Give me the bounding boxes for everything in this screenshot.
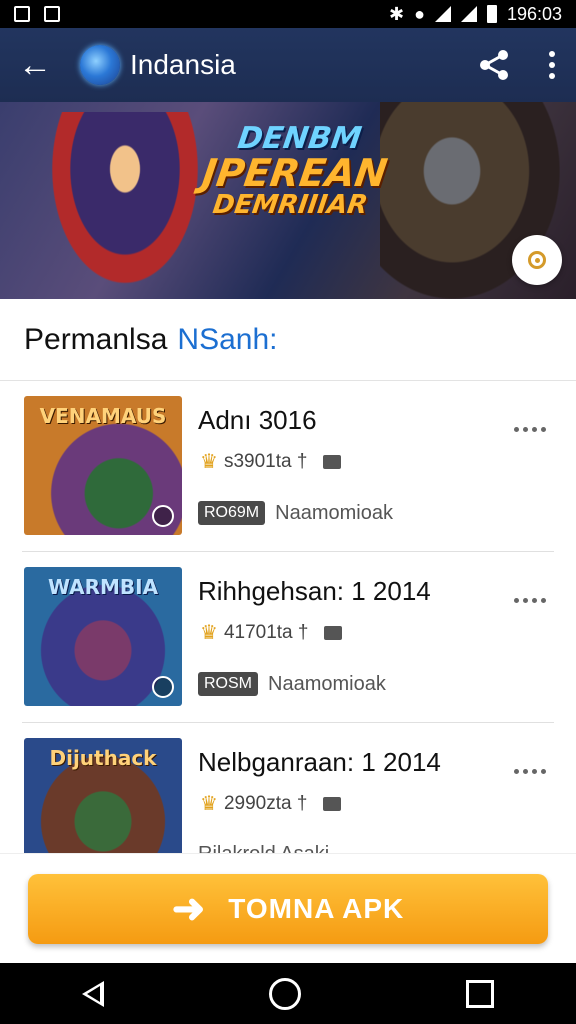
section-title-accent: NSanh: (177, 322, 278, 356)
nfc-icon: ✱ (388, 3, 405, 24)
app-list: VENAMAUS Adnı 3016 ♛ s3901ta † RO69M Naa… (0, 381, 576, 853)
package-icon (323, 796, 342, 811)
item-title: Adnı 3016 (198, 405, 317, 435)
item-more-icon[interactable] (514, 769, 546, 774)
alarm-icon: ● (414, 3, 425, 24)
item-thumbnail[interactable]: WARMBIA (24, 567, 182, 706)
package-icon (324, 625, 343, 640)
list-item[interactable]: VENAMAUS Adnı 3016 ♛ s3901ta † RO69M Naa… (22, 381, 554, 552)
app-logo (80, 45, 120, 85)
sd-card-icon (44, 6, 60, 22)
play-icon (152, 676, 174, 698)
item-more-icon[interactable] (514, 427, 546, 432)
item-title: Nelbganraan: 1 2014 (198, 747, 441, 777)
system-nav-bar (0, 963, 576, 1024)
nav-home-icon[interactable] (268, 977, 301, 1010)
featured-banner[interactable]: DENBM JPEREAN DEMRIIIAR (0, 102, 576, 299)
image-notification-icon (14, 6, 30, 22)
status-bar: ✱ ● 196:03 (0, 0, 576, 28)
list-item[interactable]: WARMBIA Rihhgehsan: 1 2014 ♛ 41701ta † R… (22, 552, 554, 723)
section-header: Permanlsa NSanh: (0, 299, 576, 381)
item-developer: Rilakrold Asaki (198, 843, 329, 853)
overflow-menu-icon[interactable] (546, 51, 558, 79)
item-thumbnail[interactable]: VENAMAUS (24, 396, 182, 535)
item-meta: ♛ 2990zta † (200, 791, 342, 816)
app-bar: ← Indansia (0, 28, 576, 102)
cta-area: ➜ TOMNA APK (0, 853, 576, 964)
share-icon[interactable] (476, 47, 512, 83)
download-apk-button[interactable]: ➜ TOMNA APK (28, 874, 548, 944)
banner-title: DENBM JPEREAN DEMRIIIAR (199, 121, 390, 220)
item-developer: Naamomioak (268, 672, 386, 695)
status-time: 196:03 (506, 3, 562, 24)
rating-icon: ♛ (200, 622, 218, 644)
arrow-right-icon: ➜ (171, 887, 207, 931)
item-badge: RO69M (198, 501, 266, 525)
rating-icon: ♛ (200, 793, 218, 815)
item-badge: ROSM (198, 672, 258, 696)
item-more-icon[interactable] (514, 598, 546, 603)
package-icon (323, 454, 342, 469)
rating-icon: ♛ (200, 451, 218, 473)
item-developer: Naamomioak (275, 501, 393, 524)
battery-icon (486, 5, 497, 23)
item-thumbnail[interactable]: Dijuthack (24, 738, 182, 853)
item-title: Rihhgehsan: 1 2014 (198, 576, 431, 606)
app-title: Indansia (130, 49, 236, 80)
location-button[interactable] (512, 235, 562, 285)
section-title: Permanlsa (24, 322, 168, 356)
item-meta: ♛ 41701ta † (200, 620, 343, 645)
nav-back-icon[interactable] (82, 980, 105, 1007)
list-item[interactable]: Dijuthack Nelbganraan: 1 2014 ♛ 2990zta … (22, 723, 554, 853)
wifi-signal-icon (434, 6, 451, 22)
back-arrow-icon[interactable]: ← (18, 48, 58, 82)
location-icon (528, 251, 546, 269)
play-icon (152, 505, 174, 527)
nav-recents-icon[interactable] (465, 979, 494, 1008)
item-meta: ♛ s3901ta † (200, 449, 342, 474)
download-button-label: TOMNA APK (228, 893, 405, 924)
cell-signal-icon (460, 6, 477, 22)
hero-character-left (40, 112, 210, 299)
